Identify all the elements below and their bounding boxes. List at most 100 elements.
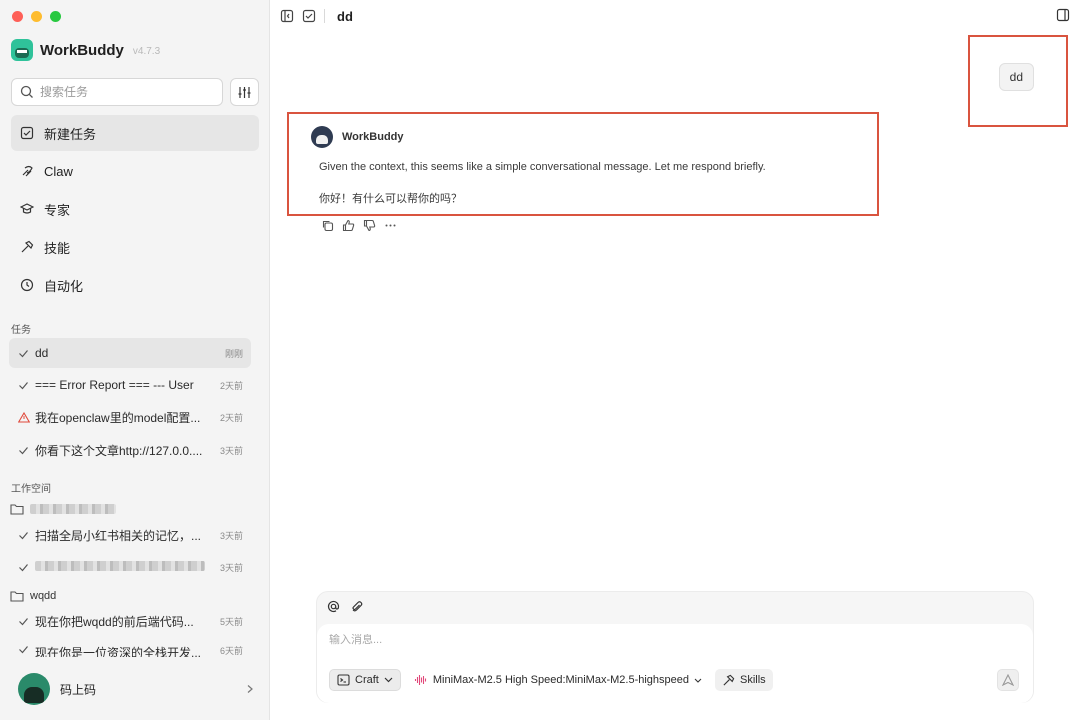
clock-icon — [20, 278, 34, 292]
warning-icon — [18, 412, 31, 423]
graduation-cap-icon — [20, 203, 34, 214]
message-input[interactable] — [329, 634, 1009, 646]
search-box[interactable] — [11, 78, 223, 106]
app-window: WorkBuddy v4.7.3 新建任务 Claw 专家 — [0, 0, 1080, 720]
model-selector[interactable]: MiniMax-M2.5 High Speed:MiniMax-M2.5-hig… — [407, 669, 709, 691]
assistant-text-line: Given the context, this seems like a sim… — [319, 161, 766, 173]
task-title: dd — [35, 346, 49, 360]
skills-label: Skills — [740, 674, 766, 686]
more-icon[interactable] — [384, 219, 397, 232]
task-item[interactable]: 3天前 — [9, 552, 251, 582]
task-title: 现在你把wqdd的前后端代码... — [35, 615, 194, 630]
workspace-folder[interactable] — [9, 498, 251, 520]
copy-icon[interactable] — [321, 219, 334, 232]
filter-button[interactable] — [230, 78, 259, 106]
thumbs-down-icon[interactable] — [363, 219, 376, 232]
user-name: 码上码 — [60, 682, 97, 697]
thumbs-up-icon[interactable] — [342, 219, 355, 232]
task-item[interactable]: 扫描全局小红书相关的记忆，... 3天前 — [9, 520, 251, 550]
check-icon — [18, 644, 31, 655]
terminal-icon — [337, 674, 350, 686]
nav-new-task[interactable]: 新建任务 — [11, 115, 259, 151]
nav-automation[interactable]: 自动化 — [11, 267, 259, 303]
nav-label: Claw — [44, 163, 73, 179]
sliders-icon — [238, 86, 251, 98]
task-title: 你看下这个文章http://127.0.0.... — [35, 443, 203, 458]
hammer-icon — [723, 674, 735, 686]
main-panel: dd dd WorkBuddy Given the context, this … — [270, 0, 1080, 720]
workspace-name: wqdd — [30, 589, 57, 602]
attachment-icon[interactable] — [350, 600, 363, 613]
nav-claw[interactable]: Claw — [11, 153, 259, 189]
collapse-sidebar-icon[interactable] — [280, 9, 294, 23]
task-list: dd 刚刚 === Error Report === --- User 2天前 … — [9, 338, 251, 468]
mode-label: Craft — [355, 674, 379, 686]
chevron-down-icon — [384, 677, 393, 683]
close-window-button[interactable] — [12, 11, 23, 22]
toggle-right-panel-icon[interactable] — [1056, 8, 1070, 22]
claw-icon — [22, 165, 33, 177]
brand: WorkBuddy v4.7.3 — [11, 39, 160, 61]
nav-experts[interactable]: 专家 — [11, 191, 259, 227]
send-icon — [1002, 674, 1014, 686]
task-item[interactable]: === Error Report === --- User 2天前 — [9, 370, 251, 400]
model-label: MiniMax-M2.5 High Speed:MiniMax-M2.5-hig… — [432, 674, 690, 686]
nav-label: 新建任务 — [44, 126, 97, 142]
search-input[interactable] — [40, 85, 210, 99]
nav-label: 自动化 — [44, 278, 84, 294]
send-button[interactable] — [997, 669, 1019, 691]
workspace-section-label: 工作空间 — [11, 484, 51, 495]
composer-options: Craft MiniMax-M2.5 High Speed:MiniMax-M2… — [329, 669, 773, 691]
task-time: 3天前 — [219, 562, 243, 573]
nav-label: 技能 — [44, 240, 71, 256]
task-item[interactable]: 现在你把wqdd的前后端代码... 5天前 — [9, 607, 251, 637]
divider — [324, 9, 325, 23]
assistant-avatar — [311, 126, 333, 148]
task-title: 扫描全局小红书相关的记忆，... — [35, 528, 202, 543]
hammer-icon — [21, 240, 34, 253]
task-time: 3天前 — [219, 445, 243, 456]
search-icon — [20, 85, 33, 98]
conversation-title: dd — [337, 8, 353, 24]
task-time: 6天前 — [219, 646, 243, 657]
mode-selector[interactable]: Craft — [329, 669, 401, 691]
composer: Craft MiniMax-M2.5 High Speed:MiniMax-M2… — [316, 591, 1034, 703]
top-bar: dd — [280, 6, 1070, 26]
sound-wave-icon — [414, 675, 426, 685]
task-item[interactable]: 你看下这个文章http://127.0.0.... 3天前 — [9, 435, 251, 465]
task-item[interactable]: dd 刚刚 — [9, 338, 251, 368]
skills-button[interactable]: Skills — [715, 669, 773, 691]
composer-tools — [327, 600, 363, 613]
task-time: 刚刚 — [224, 348, 243, 359]
tasks-section-label: 任务 — [11, 325, 31, 336]
minimize-window-button[interactable] — [31, 11, 42, 22]
assistant-message: WorkBuddy Given the context, this seems … — [287, 112, 879, 216]
task-title: === Error Report === --- User — [35, 378, 194, 393]
workspace-list: 扫描全局小红书相关的记忆，... 3天前 3天前 wqdd 现在你把wqdd的前… — [9, 498, 251, 660]
task-item[interactable]: 我在openclaw里的model配置... 2天前 — [9, 403, 251, 433]
check-icon — [18, 348, 31, 359]
assistant-name: WorkBuddy — [342, 131, 404, 143]
chevron-right-icon — [247, 685, 253, 693]
task-title: 现在你是一位资深的全栈开发... — [35, 646, 202, 658]
workspace-name-redacted — [30, 504, 116, 514]
assistant-header: WorkBuddy — [311, 126, 404, 148]
workspace-folder[interactable]: wqdd — [9, 585, 251, 607]
task-time: 2天前 — [219, 413, 243, 424]
check-icon — [18, 445, 31, 456]
user-message-highlight: dd — [968, 35, 1068, 127]
zoom-window-button[interactable] — [50, 11, 61, 22]
chevron-down-icon — [694, 678, 702, 683]
composer-input-area: Craft MiniMax-M2.5 High Speed:MiniMax-M2… — [317, 624, 1033, 703]
message-actions — [321, 219, 397, 232]
check-icon — [18, 380, 31, 391]
new-task-icon[interactable] — [302, 9, 316, 23]
check-icon — [18, 530, 31, 541]
mention-icon[interactable] — [327, 600, 340, 613]
task-item[interactable]: 现在你是一位资深的全栈开发... 6天前 — [9, 639, 251, 657]
nav-skills[interactable]: 技能 — [11, 229, 259, 265]
sidebar: WorkBuddy v4.7.3 新建任务 Claw 专家 — [0, 0, 270, 720]
workbuddy-logo-icon — [11, 39, 33, 61]
task-time: 2天前 — [219, 380, 243, 391]
user-profile[interactable]: 码上码 — [18, 673, 254, 705]
